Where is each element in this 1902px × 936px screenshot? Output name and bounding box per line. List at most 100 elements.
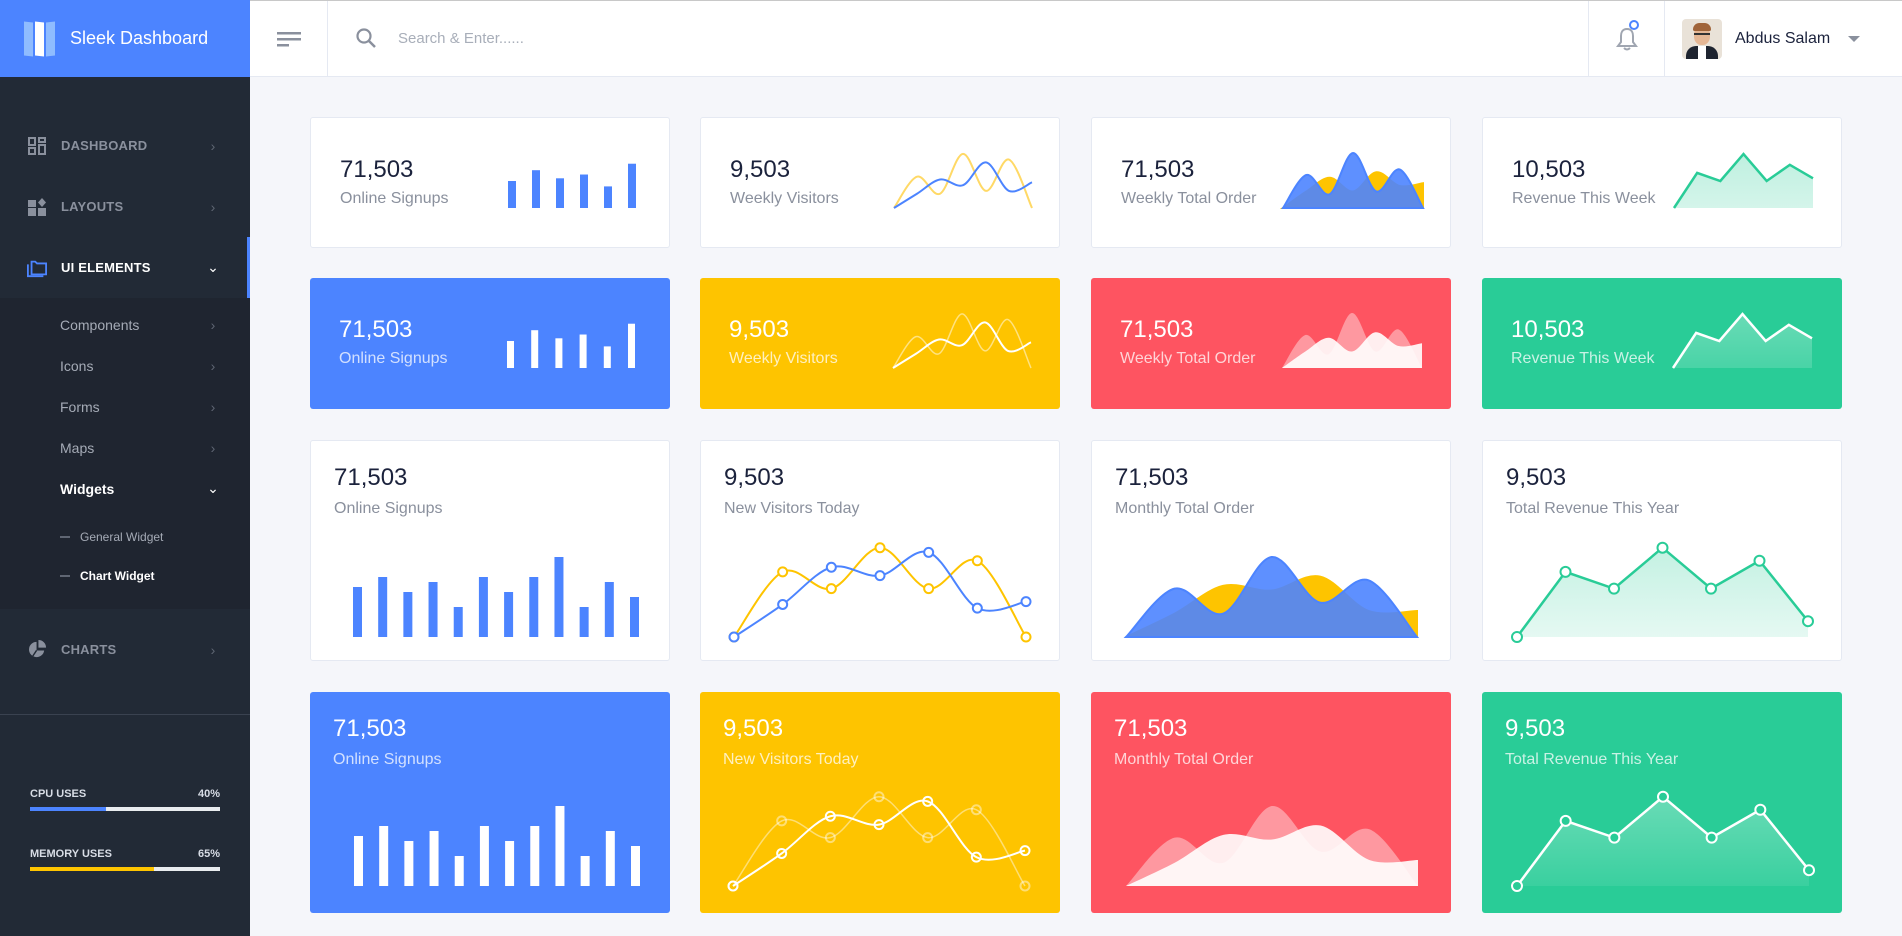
series-line bbox=[893, 161, 1033, 209]
chevron-right-icon: › bbox=[210, 137, 216, 154]
widgets-submenu: General Widget Chart Widget bbox=[0, 509, 250, 595]
widget-value: 71,503 bbox=[334, 464, 408, 491]
widget-label: Total Revenue This Year bbox=[1505, 751, 1679, 768]
data-point bbox=[777, 566, 789, 578]
notification-badge bbox=[1629, 20, 1639, 30]
submenu-label: Forms bbox=[60, 398, 100, 415]
sidebar-item-layouts[interactable]: LAYOUTS › bbox=[0, 176, 250, 237]
widget-card: 10,503 Revenue This Week bbox=[1482, 278, 1842, 409]
widget-card: 9,503 Weekly Visitors bbox=[700, 278, 1060, 409]
bar bbox=[628, 323, 635, 368]
brand-logo-icon bbox=[24, 21, 56, 56]
cpu-usage-value: 40% bbox=[197, 788, 220, 800]
search-input[interactable] bbox=[398, 21, 998, 55]
widget-label: Revenue This Week bbox=[1511, 350, 1655, 367]
submenu-label: Icons bbox=[60, 357, 94, 374]
cpu-usage-label: CPU USES bbox=[30, 788, 87, 800]
memory-usage-fill bbox=[30, 867, 154, 871]
widget-value: 9,503 bbox=[1505, 715, 1566, 742]
widget-chart bbox=[893, 152, 1033, 209]
widget-value: 71,503 bbox=[333, 715, 407, 742]
series-line bbox=[892, 321, 1032, 369]
user-menu[interactable]: Abdus Salam bbox=[1682, 1, 1861, 77]
data-point bbox=[1559, 814, 1572, 827]
widget-chart bbox=[508, 163, 636, 208]
series-area bbox=[1281, 152, 1425, 209]
bar bbox=[579, 334, 587, 368]
data-point bbox=[1511, 880, 1523, 892]
sidebar-item-forms[interactable]: Forms › bbox=[0, 386, 250, 427]
cpu-usage-fill bbox=[30, 807, 106, 811]
bar bbox=[604, 186, 612, 208]
data-point bbox=[1656, 541, 1669, 554]
bar bbox=[379, 826, 389, 886]
widget-value: 9,503 bbox=[723, 715, 784, 742]
data-point bbox=[1705, 831, 1718, 844]
widget-value: 9,503 bbox=[1506, 464, 1567, 491]
bar bbox=[479, 826, 489, 886]
sidebar-item-label: LAYOUTS bbox=[61, 199, 124, 214]
avatar bbox=[1682, 19, 1722, 59]
sidebar-item-dashboard[interactable]: DASHBOARD › bbox=[0, 115, 250, 176]
widget-card: 9,503 Weekly Visitors bbox=[700, 117, 1060, 248]
bar bbox=[628, 163, 636, 208]
data-point bbox=[1511, 631, 1523, 643]
data-point bbox=[874, 570, 886, 582]
series-line bbox=[893, 152, 1033, 209]
widget-card: 71,503 Weekly Total Order bbox=[1091, 117, 1451, 248]
widget-label: Revenue This Week bbox=[1512, 190, 1656, 207]
search-icon bbox=[354, 26, 378, 50]
bar bbox=[354, 836, 363, 886]
bar bbox=[556, 178, 564, 208]
widget-chart bbox=[353, 557, 639, 637]
sidebar-item-maps[interactable]: Maps › bbox=[0, 427, 250, 468]
data-point bbox=[971, 602, 983, 614]
bar bbox=[555, 806, 565, 886]
widget-chart bbox=[507, 323, 635, 368]
widget-chart bbox=[1126, 805, 1418, 886]
bar bbox=[554, 557, 564, 637]
sidebar-item-general-widget[interactable]: General Widget bbox=[0, 517, 250, 556]
widget-label: Weekly Visitors bbox=[729, 350, 838, 367]
bar bbox=[580, 856, 590, 886]
widget-chart bbox=[892, 313, 1032, 369]
widget-chart bbox=[1282, 312, 1422, 368]
sidebar-nav: DASHBOARD › LAYOUTS › UI ELEMENTS ⌄ Comp… bbox=[0, 115, 250, 680]
sidebar-item-widgets[interactable]: Widgets ⌄ bbox=[0, 468, 250, 509]
data-point bbox=[874, 542, 886, 554]
sidebar-item-chart-widget[interactable]: Chart Widget bbox=[0, 556, 250, 595]
memory-usage-label: MEMORY USES bbox=[30, 848, 112, 860]
brand[interactable]: Sleek Dashboard bbox=[0, 0, 250, 77]
bar bbox=[603, 346, 611, 368]
widget-label: Weekly Total Order bbox=[1121, 190, 1257, 207]
data-point bbox=[824, 810, 836, 822]
data-point bbox=[727, 880, 739, 892]
sidebar-item-charts[interactable]: CHARTS › bbox=[0, 619, 250, 680]
widget-chart bbox=[1123, 556, 1420, 638]
widget-card: 9,503 New Visitors Today bbox=[700, 440, 1060, 661]
data-point bbox=[728, 631, 740, 643]
widget-label: Online Signups bbox=[334, 500, 443, 517]
notifications-button[interactable] bbox=[1588, 1, 1665, 77]
widget-card: 71,503 Online Signups bbox=[310, 117, 670, 248]
widget-label: Online Signups bbox=[333, 751, 442, 768]
sidebar-item-icons[interactable]: Icons › bbox=[0, 345, 250, 386]
widget-label: Total Revenue This Year bbox=[1506, 500, 1680, 517]
widget-card: 71,503 Weekly Total Order bbox=[1091, 278, 1451, 409]
bar bbox=[429, 831, 439, 886]
submenu-label: Components bbox=[60, 316, 140, 333]
data-point bbox=[1608, 582, 1620, 595]
data-point bbox=[776, 847, 788, 859]
widget-card: 71,503 Monthly Total Order bbox=[1091, 440, 1451, 661]
data-point bbox=[1608, 831, 1621, 844]
widget-label: Weekly Visitors bbox=[730, 190, 839, 207]
bar bbox=[604, 582, 614, 637]
widget-chart bbox=[1671, 312, 1813, 369]
data-point bbox=[923, 583, 935, 595]
sidebar-item-ui-elements[interactable]: UI ELEMENTS ⌄ bbox=[0, 237, 250, 298]
sidebar-item-components[interactable]: Components › bbox=[0, 304, 250, 345]
sidebar-toggle-button[interactable] bbox=[250, 1, 328, 77]
widget-label: Weekly Total Order bbox=[1120, 350, 1256, 367]
dashboard-icon bbox=[27, 136, 47, 156]
sidebar-item-label: UI ELEMENTS bbox=[61, 260, 151, 275]
